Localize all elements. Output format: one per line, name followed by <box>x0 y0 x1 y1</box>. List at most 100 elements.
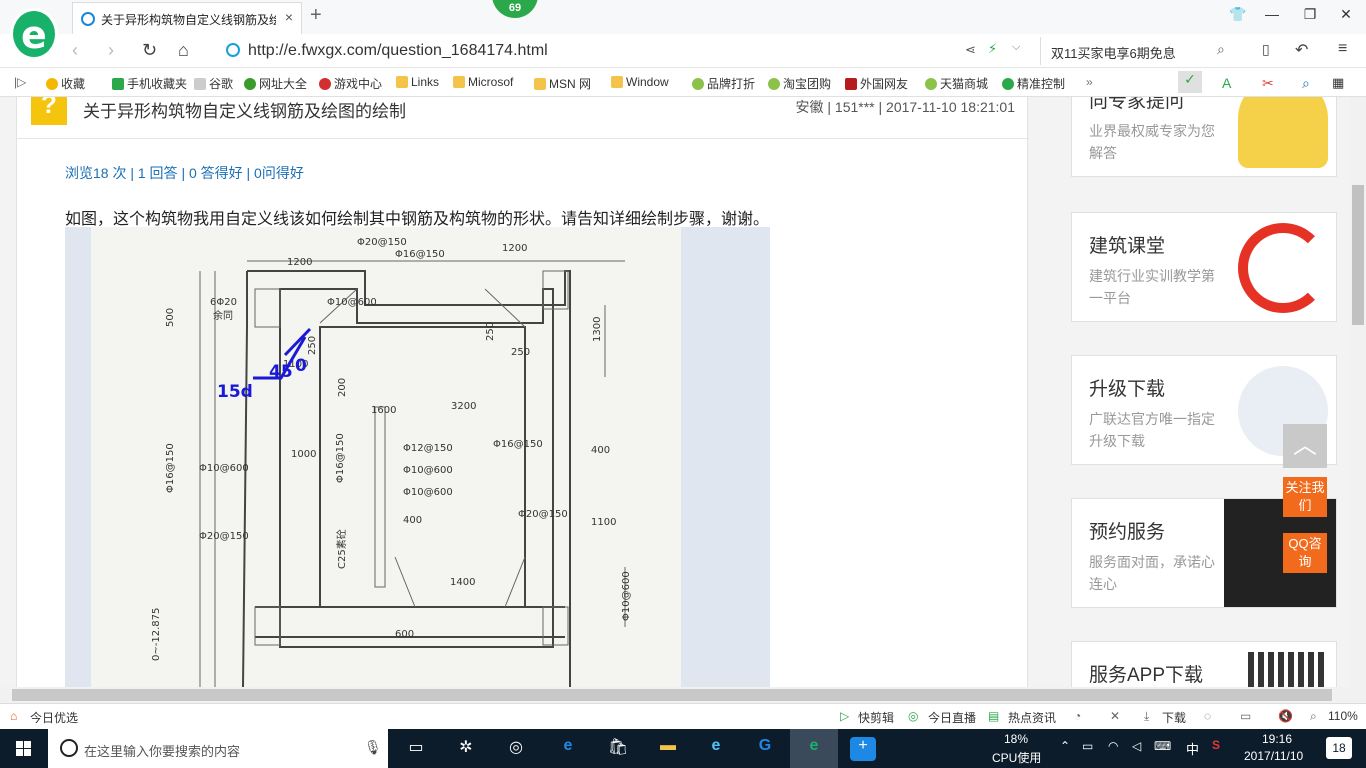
home-icon[interactable]: ⌂ <box>178 40 189 61</box>
volume-icon[interactable]: ◁ <box>1132 739 1141 753</box>
bookmark-item[interactable]: 收藏 <box>46 75 85 92</box>
search-input[interactable]: 双11买家电享6期免息 ⌕ <box>1040 37 1240 65</box>
sogou-icon[interactable]: S <box>1212 738 1220 752</box>
tab-title: 关于异形构筑物自定义线钢筋及绘 <box>101 13 276 27</box>
mute-icon[interactable]: 🔇 <box>1278 709 1293 723</box>
windows-start-button[interactable] <box>0 729 48 768</box>
bookmark-item[interactable]: 品牌打折 <box>692 75 755 92</box>
sidebar-toggle-icon[interactable]: |▷ <box>14 75 26 89</box>
bookmark-item[interactable]: Links <box>396 75 439 89</box>
bookmark-item[interactable]: 谷歌 <box>194 75 233 92</box>
browser-tab[interactable]: 关于异形构筑物自定义线钢筋及绘 × <box>72 2 302 34</box>
new-tab-button[interactable]: + <box>310 4 322 27</box>
undo-icon[interactable]: ↶ <box>1295 40 1308 60</box>
follow-us-button[interactable]: 关注我们 <box>1283 477 1327 517</box>
scissors-icon[interactable]: ✂ <box>1262 75 1274 92</box>
window-icon[interactable]: ▭ <box>1240 709 1251 723</box>
battery-icon[interactable]: ▭ <box>1082 739 1093 753</box>
clock-time[interactable]: 19:16 <box>1262 732 1292 746</box>
horizontal-scroll-thumb[interactable] <box>12 689 1332 701</box>
share-icon[interactable]: ⋖ <box>965 42 976 58</box>
back-to-top-button[interactable]: ︿ <box>1283 424 1327 468</box>
store-icon[interactable]: 🛍 <box>605 737 631 761</box>
drawing-image[interactable]: 1200 Φ20@150 1200 Φ16@150 500 Φ10@600 6Φ… <box>65 227 770 687</box>
paper-margin <box>681 227 770 687</box>
shield-icon[interactable]: ✓ <box>1178 71 1202 93</box>
close-icon[interactable]: ✕ <box>1336 6 1356 23</box>
forward-icon[interactable]: › <box>108 40 114 61</box>
clock-date[interactable]: 2017/11/10 <box>1244 749 1303 763</box>
bookmark-item[interactable]: 精准控制 <box>1002 75 1065 92</box>
zoom-level[interactable]: 110% <box>1328 709 1358 723</box>
ie-icon[interactable]: e <box>703 737 729 761</box>
browser-taskbar-icon[interactable]: e <box>790 729 838 768</box>
status-item[interactable]: 热点资讯 <box>1008 709 1056 726</box>
minimize-icon[interactable]: — <box>1262 6 1282 22</box>
card-expert[interactable]: 向专家提问 业界最权威专家为您解答 <box>1071 97 1337 177</box>
notification-badge[interactable]: 69 <box>492 0 538 18</box>
keyboard-icon[interactable]: ⌨ <box>1154 739 1171 753</box>
refresh-icon[interactable]: ↻ <box>142 40 157 61</box>
tab-close-icon[interactable]: × <box>285 9 293 25</box>
translate-icon[interactable]: A <box>1222 75 1231 91</box>
file-explorer-icon[interactable]: ▬ <box>655 737 681 761</box>
folder-icon <box>534 78 546 90</box>
tools-icon[interactable]: ✕ <box>1110 709 1120 723</box>
mobile-icon[interactable]: ▯ <box>1262 41 1270 58</box>
bookmark-item[interactable]: 天猫商城 <box>925 75 988 92</box>
dim-label: Φ10@600 <box>403 487 453 498</box>
clean-icon[interactable]: ◌ <box>1204 709 1211 723</box>
menu-icon[interactable]: ≡ <box>1338 40 1347 58</box>
bookmark-item[interactable]: 外国网友 <box>845 75 908 92</box>
qq-consult-button[interactable]: QQ咨询 <box>1283 533 1327 573</box>
card-app[interactable]: 服务APP下载 <box>1071 641 1337 687</box>
speed-icon[interactable]: ◔ <box>1074 709 1081 723</box>
dim-label: 6Φ20 <box>210 297 237 308</box>
windows-icon <box>16 741 31 756</box>
star-icon <box>46 78 58 90</box>
card-subtitle: 广联达官方唯一指定升级下载 <box>1089 411 1215 449</box>
bookmark-item[interactable]: Window <box>611 75 669 89</box>
status-item[interactable]: 快剪辑 <box>858 709 894 726</box>
question-stats[interactable]: 浏览18 次 | 1 回答 | 0 答得好 | 0问得好 <box>65 163 304 183</box>
notification-count[interactable]: 18 <box>1326 737 1352 759</box>
more-bookmarks-icon[interactable]: » <box>1086 75 1093 89</box>
microphone-icon[interactable]: 🎙 <box>364 739 382 756</box>
dim-label: 1200 <box>502 243 527 254</box>
dim-label: 250 <box>485 322 496 341</box>
bookmark-item[interactable]: 淘宝团购 <box>768 75 831 92</box>
grid-icon[interactable]: ▦ <box>1332 75 1344 91</box>
card-subtitle: 建筑行业实训教学第一平台 <box>1089 268 1215 306</box>
vertical-scroll-thumb[interactable] <box>1352 185 1364 325</box>
app-g-icon[interactable]: G <box>752 737 778 761</box>
chevron-down-icon[interactable]: ⌵ <box>1012 41 1020 54</box>
app-plus-icon[interactable]: + <box>850 737 876 761</box>
app-swirl-icon[interactable]: ◎ <box>503 737 529 761</box>
url-field[interactable]: http://e.fwxgx.com/question_1684174.html <box>218 37 958 65</box>
restore-icon[interactable]: ❐ <box>1300 6 1320 23</box>
bookmark-item[interactable]: 手机收藏夹 <box>112 75 187 92</box>
status-left[interactable]: 今日优选 <box>30 709 78 726</box>
search-icon[interactable]: ⌕ <box>1302 75 1310 92</box>
back-icon[interactable]: ‹ <box>72 40 78 61</box>
bookmark-item[interactable]: MSN 网 <box>534 75 591 92</box>
card-classroom[interactable]: 建筑课堂 建筑行业实训教学第一平台 <box>1071 212 1337 322</box>
status-item[interactable]: 下载 <box>1162 709 1186 726</box>
bookmark-item[interactable]: 游戏中心 <box>319 75 382 92</box>
wifi-icon[interactable]: ◠ <box>1108 739 1118 753</box>
skin-icon[interactable]: 👕 <box>1228 6 1248 23</box>
chevron-up-icon[interactable]: ⌃ <box>1060 739 1070 753</box>
app-pinwheel-icon[interactable]: ✲ <box>453 737 479 761</box>
status-item[interactable]: 今日直播 <box>928 709 976 726</box>
lightning-icon[interactable]: ⚡ <box>988 41 997 57</box>
bookmark-item[interactable]: Microsof <box>453 75 513 89</box>
search-icon[interactable]: ⌕ <box>1217 41 1225 58</box>
dim-label: 250 <box>511 347 530 358</box>
taskbar-search-input[interactable]: 在这里输入你要搜索的内容 🎙 <box>48 729 388 768</box>
browser-logo[interactable]: e <box>10 8 58 60</box>
bookmark-item[interactable]: 网址大全 <box>244 75 307 92</box>
task-view-icon[interactable]: ▭ <box>403 737 429 761</box>
question-header: ? 关于异形构筑物自定义线钢筋及绘图的绘制 安徽 | 151*** | 2017… <box>17 97 1029 139</box>
ime-indicator[interactable]: 中 <box>1186 739 1199 758</box>
edge-icon[interactable]: e <box>555 737 581 761</box>
